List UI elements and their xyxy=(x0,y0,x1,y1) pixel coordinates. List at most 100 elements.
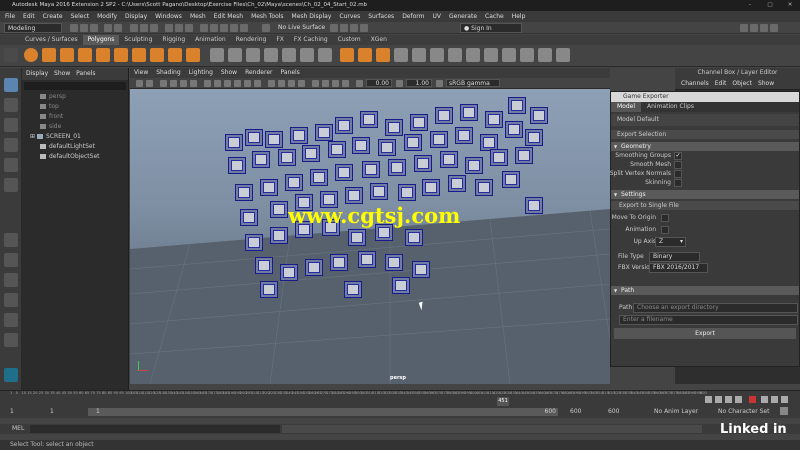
export-button[interactable]: Export xyxy=(614,328,796,339)
poly-cone-icon[interactable] xyxy=(78,48,92,62)
screen-object[interactable] xyxy=(245,129,263,146)
outliner-menu-display[interactable]: Display xyxy=(26,70,48,77)
outliner-item-screen[interactable]: ⊞ SCREEN_01 xyxy=(22,132,128,142)
viewport-menu-view[interactable]: View xyxy=(130,68,152,78)
menu-display[interactable]: Display xyxy=(122,11,150,22)
auto-key-icon[interactable] xyxy=(780,407,788,415)
attribute-editor-icon[interactable] xyxy=(750,24,758,32)
stop-icon[interactable] xyxy=(749,396,756,403)
menu-mesh-display[interactable]: Mesh Display xyxy=(289,11,335,22)
separate-icon[interactable] xyxy=(228,48,242,62)
smooth-mesh-checkbox[interactable] xyxy=(674,161,682,169)
render-icon[interactable] xyxy=(330,24,338,32)
image-plane-icon[interactable] xyxy=(160,80,167,87)
screen-object[interactable] xyxy=(302,145,320,162)
fbx-version-dropdown[interactable]: FBX 2016/2017 xyxy=(649,263,708,273)
preset-dropdown[interactable]: Model Default xyxy=(611,114,799,126)
screen-object[interactable] xyxy=(360,111,378,128)
screen-object[interactable] xyxy=(362,161,380,178)
screen-object[interactable] xyxy=(515,147,533,164)
modeling-toolkit-icon[interactable] xyxy=(740,24,748,32)
xray-joints-icon[interactable] xyxy=(332,80,339,87)
screen-object[interactable] xyxy=(525,197,543,214)
screen-object[interactable] xyxy=(270,201,288,218)
screen-object[interactable] xyxy=(385,119,403,136)
viewport-menu-renderer[interactable]: Renderer xyxy=(241,68,276,78)
auto-uv-icon[interactable] xyxy=(520,48,534,62)
screen-object[interactable] xyxy=(335,164,353,181)
platonic-solid-icon[interactable] xyxy=(150,48,164,62)
fill-hole-icon[interactable] xyxy=(412,48,426,62)
planar-uv-icon[interactable] xyxy=(502,48,516,62)
single-view-layout-icon[interactable] xyxy=(4,233,18,247)
screen-object[interactable] xyxy=(378,139,396,156)
tool-settings-icon[interactable] xyxy=(760,24,768,32)
screen-object[interactable] xyxy=(252,151,270,168)
shelf-tab-fx-caching[interactable]: FX Caching xyxy=(289,35,333,45)
uv-editor-icon[interactable] xyxy=(538,48,552,62)
menu-curves[interactable]: Curves xyxy=(336,11,363,22)
command-input[interactable] xyxy=(30,425,280,433)
menu-mesh[interactable]: Mesh xyxy=(187,11,209,22)
screen-object[interactable] xyxy=(352,137,370,154)
start-time-field[interactable]: 1 xyxy=(10,408,14,415)
select-component-icon[interactable] xyxy=(150,24,158,32)
screen-object[interactable] xyxy=(225,134,243,151)
screen-object[interactable] xyxy=(502,171,520,188)
poly-disc-icon[interactable] xyxy=(132,48,146,62)
outliner-menu-show[interactable]: Show xyxy=(54,70,70,77)
screen-object[interactable] xyxy=(460,104,478,121)
exposure-field[interactable]: 0.00 xyxy=(366,79,392,87)
outliner-item-top[interactable]: top xyxy=(22,102,128,112)
playback-end-field[interactable]: 600 xyxy=(570,408,581,415)
screen-object[interactable] xyxy=(344,281,362,298)
select-hierarchy-icon[interactable] xyxy=(130,24,138,32)
menu-help[interactable]: Help xyxy=(509,11,529,22)
animation-checkbox[interactable] xyxy=(661,226,669,234)
go-to-start-icon[interactable] xyxy=(705,396,712,403)
step-back-key-icon[interactable] xyxy=(715,396,722,403)
move-tool-icon[interactable] xyxy=(4,138,18,152)
shelf-tab-rigging[interactable]: Rigging xyxy=(157,35,190,45)
svg-icon[interactable] xyxy=(186,48,200,62)
playback-start-field[interactable]: 1 xyxy=(50,408,54,415)
snap-view-icon[interactable] xyxy=(230,24,238,32)
mirror-icon[interactable] xyxy=(318,48,332,62)
folder-icon[interactable] xyxy=(70,24,78,32)
screen-object[interactable] xyxy=(330,254,348,271)
checker-icon[interactable] xyxy=(556,48,570,62)
poly-plane-icon[interactable] xyxy=(114,48,128,62)
screen-object[interactable] xyxy=(508,97,526,114)
end-time-field[interactable]: 600 xyxy=(608,408,619,415)
menu-create[interactable]: Create xyxy=(40,11,66,22)
four-view-layout-icon[interactable] xyxy=(4,253,18,267)
persp-graph-layout-icon[interactable] xyxy=(4,313,18,327)
screen-object[interactable] xyxy=(422,179,440,196)
super-shape-icon[interactable] xyxy=(168,48,182,62)
isolate-select-icon[interactable] xyxy=(312,80,319,87)
snap-point-icon[interactable] xyxy=(220,24,228,32)
tab-animation-clips[interactable]: Animation Clips xyxy=(641,102,700,112)
screen-object[interactable] xyxy=(440,151,458,168)
character-set-dropdown[interactable]: No Character Set xyxy=(718,408,769,415)
shelf-options-icon[interactable] xyxy=(4,48,18,62)
paint-select-tool-icon[interactable] xyxy=(4,118,18,132)
snap-surface-icon[interactable] xyxy=(240,24,248,32)
export-mode-dropdown[interactable]: Export to Single File xyxy=(611,201,799,210)
screen-object[interactable] xyxy=(285,174,303,191)
viewport-menu-shading[interactable]: Shading xyxy=(152,68,184,78)
history-icon[interactable] xyxy=(262,24,270,32)
outliner-item-default-object-set[interactable]: defaultObjectSet xyxy=(22,152,128,162)
combine-icon[interactable] xyxy=(210,48,224,62)
screen-object[interactable] xyxy=(448,175,466,192)
outliner-layout-icon[interactable] xyxy=(4,333,18,347)
screen-object[interactable] xyxy=(385,254,403,271)
mode-dropdown[interactable]: Modeling xyxy=(4,23,62,33)
step-forward-frame-icon[interactable] xyxy=(761,396,768,403)
side-by-side-layout-icon[interactable] xyxy=(4,273,18,287)
grid-icon[interactable] xyxy=(170,80,177,87)
menu-file[interactable]: File xyxy=(2,11,18,22)
menu-select[interactable]: Select xyxy=(68,11,93,22)
menu-edit[interactable]: Edit xyxy=(20,11,38,22)
viewport-menu-show[interactable]: Show xyxy=(217,68,241,78)
